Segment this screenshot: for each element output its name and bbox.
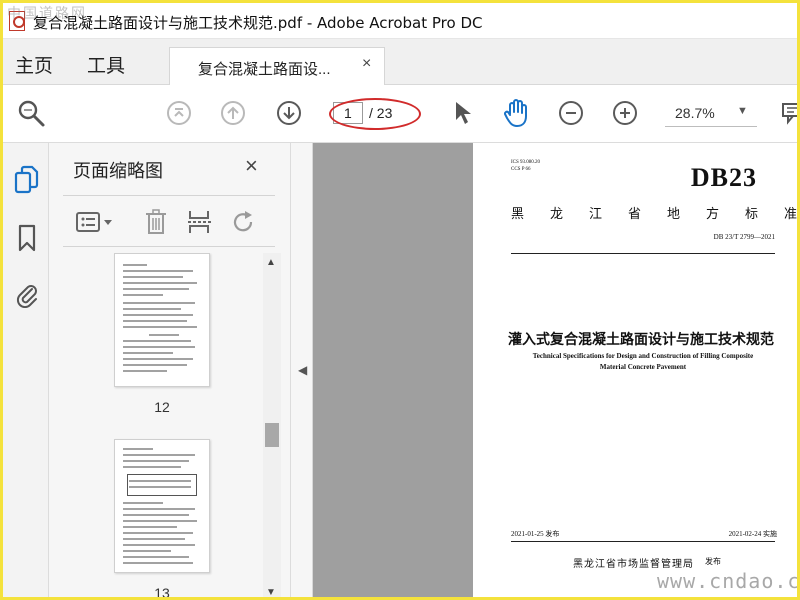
tab-document-label: 复合混凝土路面设... bbox=[198, 61, 331, 78]
zoom-out-button[interactable] bbox=[555, 97, 587, 129]
page-standard-code: DB 23/T 2799—2021 bbox=[713, 233, 775, 241]
document-view[interactable]: ICS 93.080.20 CCS P 66 DB23 黑龙江省地方标准 DB … bbox=[313, 143, 800, 597]
comment-icon bbox=[782, 103, 797, 125]
tab-tools[interactable]: 工具 bbox=[87, 51, 125, 78]
page-title-en-line2: Material Concrete Pavement bbox=[599, 363, 687, 371]
window-title: 复合混凝土路面设计与施工技术规范.pdf - Adobe Acrobat Pro… bbox=[33, 14, 483, 32]
insert-page-icon bbox=[188, 211, 212, 233]
thumbnail-page-13[interactable] bbox=[114, 439, 210, 573]
pdf-page: ICS 93.080.20 CCS P 66 DB23 黑龙江省地方标准 DB … bbox=[473, 143, 800, 597]
tab-bar: 主页 工具 复合混凝土路面设... × bbox=[3, 39, 797, 85]
first-page-icon bbox=[167, 101, 191, 125]
chevron-down-icon: ▼ bbox=[737, 105, 748, 117]
plus-circle-icon bbox=[613, 101, 637, 125]
prev-page-button[interactable] bbox=[217, 97, 249, 129]
thumbnail-label-12: 12 bbox=[154, 399, 170, 415]
page-title-zh: 灌入式复合混凝土路面设计与施工技术规范 bbox=[508, 332, 774, 348]
more-tools-button[interactable] bbox=[775, 97, 797, 129]
attachments-button[interactable] bbox=[13, 279, 41, 309]
title-bar: 中国道路网 复合混凝土路面设计与施工技术规范.pdf - Adobe Acrob… bbox=[3, 3, 797, 39]
page-divider-top bbox=[511, 253, 775, 254]
zoom-in-button[interactable] bbox=[609, 97, 641, 129]
panel-toolbar bbox=[63, 195, 275, 247]
select-tool-button[interactable] bbox=[447, 97, 479, 129]
cursor-arrow-icon bbox=[456, 102, 471, 124]
rotate-page-button[interactable] bbox=[229, 208, 259, 236]
scroll-down-icon[interactable]: ▼ bbox=[266, 587, 276, 597]
page-title-en: Technical Specifications for Design and … bbox=[513, 351, 773, 373]
page-publish-word: 发布 bbox=[705, 557, 721, 566]
red-annotation-ellipse bbox=[329, 98, 421, 130]
hand-tool-button[interactable] bbox=[501, 97, 533, 129]
zoom-value: 28.7% bbox=[675, 105, 715, 121]
rotate-icon bbox=[233, 211, 253, 232]
arrow-down-icon bbox=[277, 101, 301, 125]
thumbnail-scrollbar[interactable]: ▲ ▼ bbox=[263, 253, 281, 597]
app-window: 中国道路网 复合混凝土路面设计与施工技术规范.pdf - Adobe Acrob… bbox=[0, 0, 800, 600]
watermark-bottom: www.cndao.com bbox=[657, 569, 800, 593]
bookmarks-button[interactable] bbox=[13, 223, 41, 253]
tab-document[interactable]: 复合混凝土路面设... × bbox=[169, 47, 385, 85]
page-db-mark: DB23 bbox=[690, 163, 757, 192]
page-title-en-line1: Technical Specifications for Design and … bbox=[532, 352, 754, 360]
zoom-select[interactable]: 28.7% ▼ bbox=[665, 101, 757, 127]
thumbnail-page-12[interactable] bbox=[114, 253, 210, 387]
panel-collapse-handle[interactable]: ◀ bbox=[291, 143, 313, 597]
options-menu-icon bbox=[76, 212, 112, 232]
paperclip-icon bbox=[16, 285, 37, 308]
page-thumbnails-button[interactable] bbox=[13, 165, 41, 195]
page-standard-type: 黑龙江省地方标准 bbox=[511, 207, 800, 222]
scrollbar-thumb[interactable] bbox=[265, 423, 279, 447]
page-issuer: 黑龙江省市场监督管理局 bbox=[573, 559, 694, 570]
page-divider-bottom bbox=[511, 541, 775, 542]
magnifier-icon bbox=[18, 100, 45, 127]
thumbnail-options-button[interactable] bbox=[73, 208, 117, 236]
thumbnail-list[interactable]: 12 13 bbox=[63, 253, 261, 600]
hand-icon bbox=[504, 99, 527, 127]
insert-page-button[interactable] bbox=[185, 208, 215, 236]
page-thumbnails-icon bbox=[14, 165, 39, 194]
next-page-button[interactable] bbox=[273, 97, 305, 129]
minus-circle-icon bbox=[559, 101, 583, 125]
first-page-button[interactable] bbox=[163, 97, 195, 129]
close-tab-icon[interactable]: × bbox=[362, 55, 371, 73]
page-impl-date: 2021-02-24 实施 bbox=[728, 530, 777, 538]
bookmark-icon bbox=[18, 224, 36, 252]
arrow-up-icon bbox=[221, 101, 245, 125]
scroll-up-icon[interactable]: ▲ bbox=[266, 257, 276, 268]
tab-home[interactable]: 主页 bbox=[15, 51, 53, 78]
thumbnails-panel: 页面缩略图 × 12 13 ▲ ▼ bbox=[49, 143, 291, 600]
panel-title: 页面缩略图 bbox=[73, 161, 163, 181]
trash-icon bbox=[146, 209, 166, 234]
thumbnail-label-13: 13 bbox=[154, 585, 170, 600]
delete-page-button[interactable] bbox=[141, 208, 171, 236]
chevron-left-icon: ◀ bbox=[298, 363, 308, 377]
close-panel-icon[interactable]: × bbox=[245, 153, 258, 179]
search-button[interactable] bbox=[15, 97, 47, 129]
toolbar: / 23 28.7% ▼ bbox=[3, 85, 797, 143]
left-rail bbox=[3, 143, 49, 597]
